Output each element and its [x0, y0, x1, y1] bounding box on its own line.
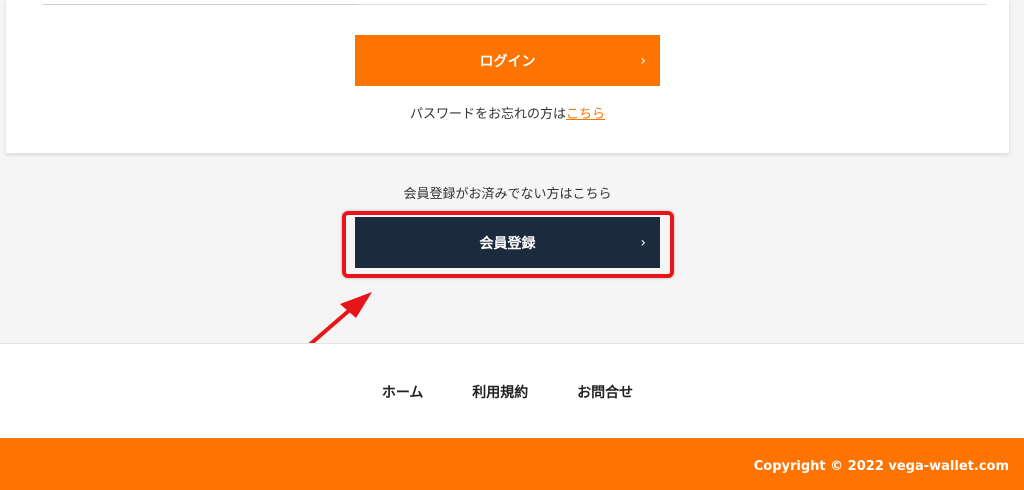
- forgot-password-text: パスワードをお忘れの方はこちら: [0, 103, 1015, 122]
- forgot-password-link[interactable]: こちら: [566, 107, 605, 122]
- forgot-password-label: パスワードをお忘れの方は: [409, 107, 566, 122]
- footer-nav: ホーム 利用規約 お問合せ: [0, 343, 1024, 438]
- footer-link-contact[interactable]: お問合せ: [577, 385, 633, 401]
- highlight-box: [342, 211, 674, 278]
- login-button-label: ログイン: [479, 53, 536, 70]
- footer-nav-list: ホーム 利用規約 お問合せ: [0, 382, 1015, 402]
- password-field-input[interactable]: [43, 4, 357, 5]
- chevron-right-icon: ›: [640, 52, 646, 69]
- login-button[interactable]: ログイン ›: [355, 35, 660, 86]
- copyright-bar: Copyright © 2022 vega-wallet.com: [0, 438, 1024, 490]
- footer-link-terms[interactable]: 利用規約: [472, 385, 528, 401]
- register-prompt: 会員登録がお済みでない方はこちら: [403, 187, 612, 202]
- copyright-text: Copyright © 2022 vega-wallet.com: [753, 459, 1009, 474]
- footer-link-home[interactable]: ホーム: [382, 385, 424, 401]
